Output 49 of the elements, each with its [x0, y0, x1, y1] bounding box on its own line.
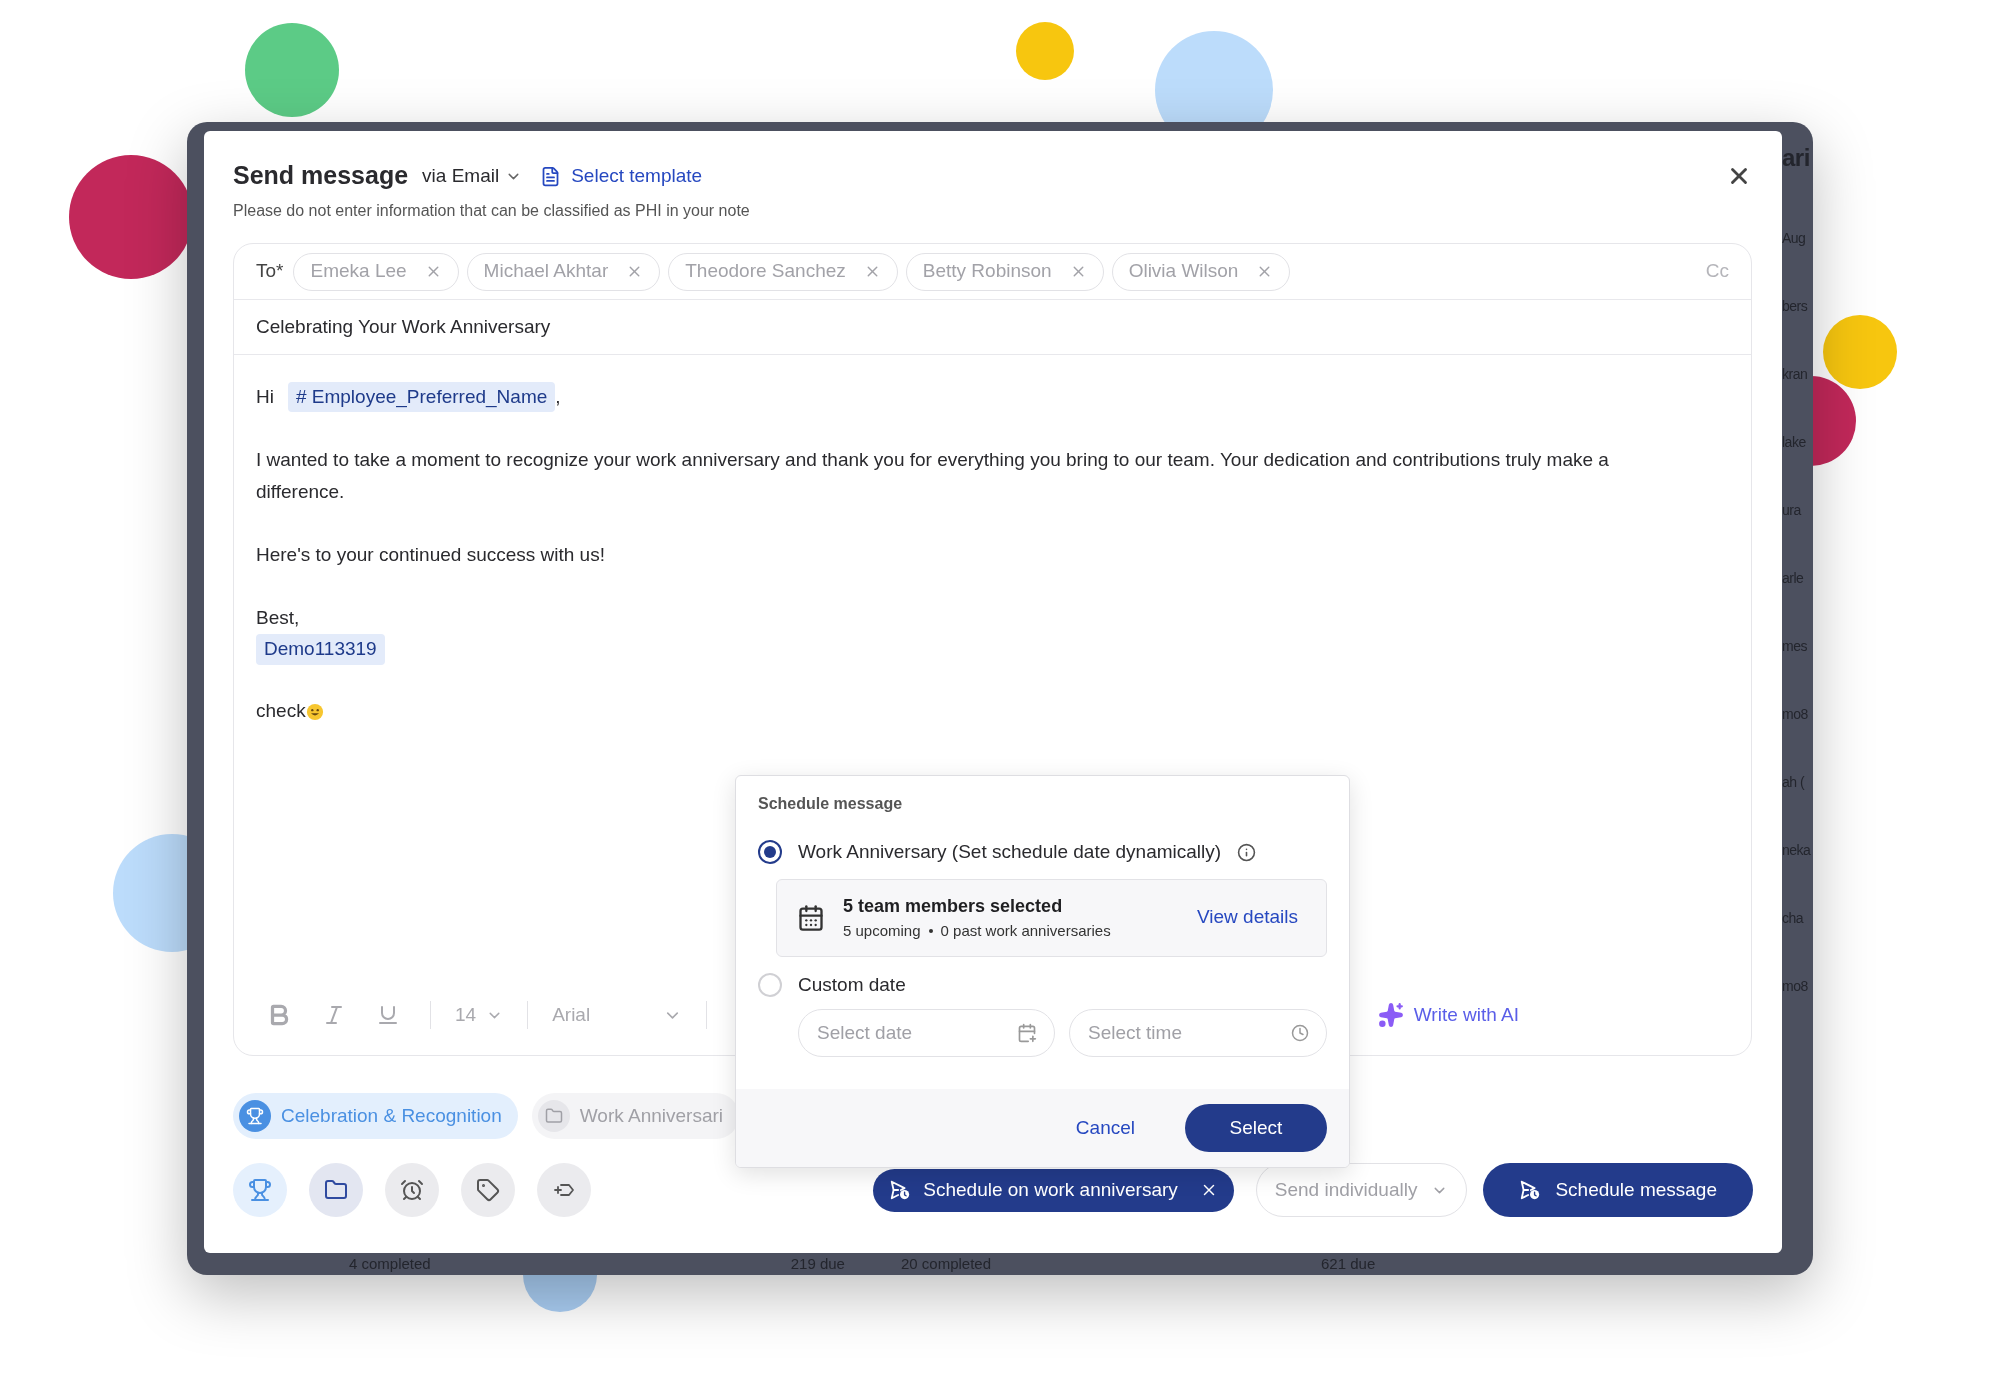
view-details-link[interactable]: View details: [1196, 903, 1298, 932]
upcoming-count: 5 upcoming: [843, 920, 921, 941]
trophy-icon: [248, 1178, 272, 1202]
underline-icon[interactable]: [376, 1003, 400, 1027]
write-with-ai-button[interactable]: Write with AI: [1377, 1000, 1519, 1030]
smiley-icon: [305, 702, 324, 721]
time-field[interactable]: Select time: [1069, 1009, 1327, 1057]
trophy-icon: [239, 1100, 271, 1132]
calendar-plus-icon: [1017, 1023, 1037, 1043]
signature-tag: Demo113319: [256, 634, 385, 665]
calendar-icon: [797, 903, 825, 932]
send-clock-icon: [889, 1179, 912, 1201]
clock-icon: [1291, 1024, 1309, 1042]
to-label: To*: [256, 259, 284, 284]
signoff-text: Best,: [256, 606, 300, 630]
select-button[interactable]: Select: [1185, 1104, 1327, 1152]
summary-title: 5 team members selected: [843, 894, 1064, 918]
body-paragraph: I wanted to take a moment to recognize your work anniversary and thank you for everything you bring to our team. Your dedication and contributions truly make a difference.: [256, 448, 1610, 504]
attachment-button[interactable]: [461, 1163, 515, 1217]
folder-icon: [537, 1100, 570, 1132]
send-clock-icon: [1519, 1179, 1542, 1201]
info-icon: [1237, 842, 1257, 862]
radio-button[interactable]: [758, 840, 782, 865]
popover-title: Schedule message: [758, 794, 904, 814]
date-field[interactable]: Select date: [798, 1009, 1055, 1057]
body-text: check: [256, 699, 306, 724]
cancel-button[interactable]: Cancel: [1075, 1113, 1135, 1143]
option-label[interactable]: Work Anniversary (Set schedule date dynamically): [798, 838, 1222, 867]
attachment-button[interactable]: [385, 1163, 439, 1217]
past-count: 0 past work anniversaries: [940, 920, 1111, 941]
channel-dropdown[interactable]: via Email: [422, 161, 523, 191]
dot-separator: [928, 929, 933, 933]
greeting-text: Hi: [256, 384, 274, 409]
merge-field-tag: # Employee_Preferred_Name: [287, 381, 556, 413]
attachment-button[interactable]: [537, 1163, 591, 1217]
folder-icon: [324, 1178, 348, 1202]
schedule-message-button[interactable]: Schedule message: [1483, 1163, 1753, 1217]
subject-field[interactable]: Celebrating Your Work Anniversary: [256, 312, 551, 342]
phi-notice: Please do not enter information that can be classified as PHI in your note: [233, 201, 751, 221]
tag-icon: [476, 1178, 500, 1202]
sparkle-icon: [1377, 1002, 1404, 1028]
comma-text: ,: [555, 384, 561, 409]
schedule-chip[interactable]: Schedule on work anniversary: [873, 1168, 1234, 1212]
select-template-link[interactable]: Select template: [540, 161, 703, 191]
body-paragraph: Here's to your continued success with us!: [256, 543, 606, 567]
option-label[interactable]: Custom date: [798, 970, 906, 999]
attachment-button[interactable]: [309, 1163, 363, 1217]
alarm-clock-icon: [400, 1178, 424, 1202]
dialog-title: Send message: [233, 160, 409, 192]
